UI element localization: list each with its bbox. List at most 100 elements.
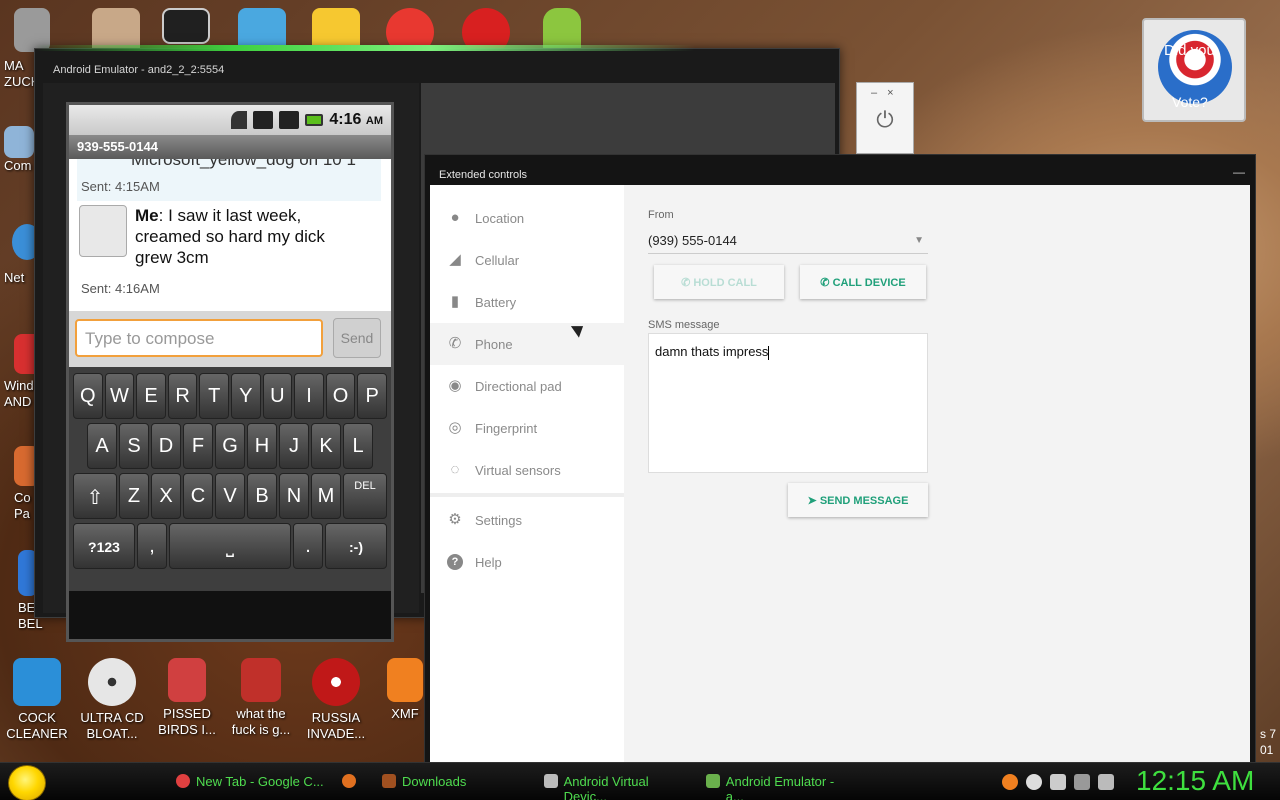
- battery-icon: ▮: [450, 293, 460, 310]
- close-button[interactable]: ×: [887, 87, 903, 99]
- start-button[interactable]: [8, 765, 46, 800]
- vote-gadget[interactable]: Did you Vote?: [1142, 18, 1246, 122]
- desktop-icon[interactable]: [146, 8, 226, 48]
- key-t[interactable]: T: [199, 373, 229, 419]
- desktop-icon-xmf[interactable]: XMF: [380, 658, 430, 722]
- nav-help[interactable]: ? Help: [430, 541, 624, 583]
- key-r[interactable]: R: [167, 373, 198, 419]
- key-m[interactable]: M: [311, 473, 341, 519]
- period-key[interactable]: .: [293, 523, 323, 569]
- flag-icon[interactable]: [1050, 774, 1066, 790]
- key-y[interactable]: Y: [231, 373, 261, 419]
- key-q[interactable]: Q: [73, 373, 103, 419]
- app-icon: [13, 658, 61, 706]
- key-e[interactable]: E: [136, 373, 166, 419]
- sms-message-field[interactable]: damn thats impress: [648, 333, 928, 473]
- key-w[interactable]: W: [104, 373, 135, 419]
- desktop-icon-ultra-cd[interactable]: ULTRA CD BLOAT...: [74, 658, 150, 742]
- nav-battery[interactable]: ▮ Battery: [430, 281, 624, 323]
- taskbar-clock[interactable]: 12:15 AM: [1136, 765, 1254, 797]
- message-sender: Me: [135, 206, 159, 225]
- send-message-button[interactable]: ➤ SEND MESSAGE: [788, 483, 928, 517]
- desktop-icon-label: Net: [4, 270, 25, 285]
- desktop-icon-russia[interactable]: RUSSIA INVADE...: [298, 658, 374, 742]
- key-k[interactable]: K: [311, 423, 341, 469]
- key-g[interactable]: G: [215, 423, 245, 469]
- desktop-icon-what-the[interactable]: what the fuck is g...: [224, 658, 298, 738]
- search-icon[interactable]: [1002, 774, 1018, 790]
- shift-key[interactable]: ⇧: [73, 473, 117, 519]
- nav-directional-pad[interactable]: ◉ Directional pad: [430, 365, 624, 407]
- chevron-down-icon: ▼: [914, 235, 924, 246]
- key-x[interactable]: X: [151, 473, 181, 519]
- conversation-view[interactable]: Microsoft_yellow_dog on 10 1 Sent: 4:15A…: [69, 159, 391, 311]
- minimize-button[interactable]: –: [871, 87, 887, 99]
- taskbar-item-avd[interactable]: Android Virtual Devic...: [536, 768, 692, 800]
- key-f[interactable]: F: [183, 423, 213, 469]
- nav-label: Phone: [475, 336, 513, 352]
- edge-text: s 7 01: [1260, 726, 1276, 758]
- hold-call-button[interactable]: ✆ HOLD CALL: [654, 265, 784, 299]
- key-s[interactable]: S: [119, 423, 149, 469]
- volume-icon[interactable]: [1098, 774, 1114, 790]
- key-h[interactable]: H: [247, 423, 277, 469]
- key-v[interactable]: V: [215, 473, 245, 519]
- call-device-button[interactable]: ✆ CALL DEVICE: [800, 265, 926, 299]
- key-u[interactable]: U: [262, 373, 293, 419]
- power-icon[interactable]: ⏻: [857, 107, 913, 133]
- key-d[interactable]: D: [151, 423, 181, 469]
- key-p[interactable]: P: [357, 373, 387, 419]
- delete-key[interactable]: DEL: [343, 473, 387, 519]
- key-o[interactable]: O: [325, 373, 356, 419]
- nav-location[interactable]: ● Location: [430, 197, 624, 239]
- nav-fingerprint[interactable]: ◎ Fingerprint: [430, 407, 624, 449]
- minimize-button[interactable]: —: [1233, 165, 1245, 179]
- tray-icon[interactable]: [1026, 774, 1042, 790]
- from-dropdown[interactable]: (939) 555-0144 ▼: [648, 230, 928, 254]
- nav-virtual-sensors[interactable]: ◌ Virtual sensors: [430, 449, 624, 491]
- key-i[interactable]: I: [294, 373, 324, 419]
- app-icon: [168, 658, 206, 702]
- desktop-icon-label: COCK CLEANER: [6, 710, 68, 741]
- contact-header: 939-555-0144: [69, 135, 391, 159]
- desktop-icon-cock-cleaner[interactable]: COCK CLEANER: [0, 658, 74, 742]
- key-n[interactable]: N: [279, 473, 309, 519]
- taskbar-item-emulator[interactable]: Android Emulator - a...: [698, 768, 854, 800]
- app-icon: [387, 658, 423, 702]
- taskbar-item-chrome[interactable]: New Tab - Google C...: [168, 768, 324, 796]
- sms-label: SMS message: [648, 319, 720, 331]
- message-item[interactable]: Me: I saw it last week, creamed so hard …: [79, 205, 355, 268]
- popup-controls: –×: [857, 83, 913, 99]
- space-key[interactable]: ⎵: [169, 523, 291, 569]
- send-button[interactable]: Send: [333, 318, 381, 358]
- nav-settings[interactable]: ⚙ Settings: [430, 499, 624, 541]
- key-a[interactable]: A: [87, 423, 117, 469]
- downloads-icon: [382, 774, 396, 788]
- soft-keyboard: Q W E R T Y U I O P A S D F G H J K L ⇧ …: [69, 367, 391, 591]
- text-cursor: [768, 345, 770, 360]
- symbols-key[interactable]: ?123: [73, 523, 135, 569]
- compose-input[interactable]: Type to compose: [75, 319, 323, 357]
- extended-controls-window: Extended controls — ● Location ◢ Cellular …: [424, 154, 1256, 764]
- taskbar-item-firefox[interactable]: [334, 768, 364, 796]
- smiley-key[interactable]: :-): [325, 523, 387, 569]
- network-icon[interactable]: [1074, 774, 1090, 790]
- android-icon: [706, 774, 720, 788]
- desktop-icon-label: Co Pa: [14, 490, 31, 521]
- nav-cellular[interactable]: ◢ Cellular: [430, 239, 624, 281]
- desktop-icon-label: Com: [4, 158, 32, 173]
- system-tray: [1002, 774, 1114, 790]
- key-b[interactable]: B: [247, 473, 277, 519]
- taskbar-item-downloads[interactable]: Downloads: [374, 768, 528, 796]
- status-bar: 4:16 AM: [69, 105, 391, 135]
- key-j[interactable]: J: [279, 423, 309, 469]
- key-l[interactable]: L: [343, 423, 373, 469]
- key-c[interactable]: C: [183, 473, 213, 519]
- key-z[interactable]: Z: [119, 473, 149, 519]
- nav-phone[interactable]: ✆ Phone: [430, 323, 624, 365]
- message-body: : I saw it last week, creamed so hard my…: [135, 206, 325, 267]
- desktop-icon-pissed-birds[interactable]: PISSED BIRDS I...: [150, 658, 224, 738]
- nav-label: Directional pad: [475, 378, 562, 394]
- comma-key[interactable]: ,: [137, 523, 167, 569]
- phone-panel: From (939) 555-0144 ▼ ✆ HOLD CALL ✆ CALL…: [624, 185, 1250, 763]
